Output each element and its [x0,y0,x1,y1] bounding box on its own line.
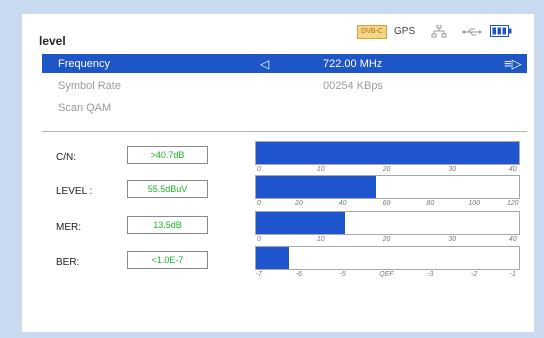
left-arrow-icon[interactable]: ◁ [260,57,269,71]
menu-value: 722.00 MHz [323,58,383,70]
menu-value: 00254 KBps [323,80,383,92]
ber-bar [255,246,520,270]
menu-label: Scan QAM [58,102,112,114]
ber-label: BER: [56,257,80,268]
menu-label: Frequency [58,58,110,70]
menu-row-symbol-rate[interactable]: Symbol Rate 00254 KBps [42,76,527,95]
scale-tick: 120 [506,200,519,207]
scale-tick: 80 [426,200,435,207]
cn-bar [255,141,520,165]
cn-label: C/N: [56,152,76,163]
menu-row-scan-qam[interactable]: Scan QAM [42,98,527,117]
page-title: level [39,34,66,48]
dvb-badge: DVB-C [357,25,387,39]
cn-value-box: >40.7dB [127,146,208,164]
ber-bar-fill [256,247,289,269]
menu-label: Symbol Rate [58,80,121,92]
level-scale: 0 20 40 60 80 100 120 [255,200,519,210]
scale-tick: 20 [382,236,391,243]
scale-tick: QEF [379,271,394,278]
divider [42,131,527,132]
scale-tick: 0 [256,166,261,173]
scale-tick: 30 [448,166,457,173]
scale-tick: -2 [471,271,478,278]
mer-bar-fill [256,212,345,234]
level-bar [255,175,520,199]
scale-tick: 100 [468,200,480,207]
level-bar-fill [256,176,377,198]
mer-bar [255,211,520,235]
ber-value-box: <1.0E-7 [127,251,208,269]
scale-tick: 20 [294,200,303,207]
ber-scale: -7 -6 -5 QEF -3 -2 -1 [255,271,518,281]
level-label: LEVEL : [56,186,93,197]
scale-tick: 0 [256,236,261,243]
scale-tick: 0 [256,200,261,207]
analyzer-screen: level DVB-C GPS Frequency ◁ 722.00 MHz ≡… [22,14,534,332]
scale-tick: -5 [339,271,346,278]
gps-indicator: GPS [394,26,416,37]
right-arrow-icon[interactable]: ≡▷ [504,56,522,72]
scale-tick: 40 [508,236,517,243]
scale-tick: 40 [338,200,347,207]
scale-tick: 10 [316,236,325,243]
menu-row-frequency[interactable]: Frequency ◁ 722.00 MHz ≡▷ [42,54,527,73]
network-icon [431,25,447,38]
cn-bar-fill [256,142,519,164]
scale-tick: -3 [427,271,434,278]
scale-tick: -7 [255,271,263,278]
scale-tick: 40 [508,166,517,173]
scale-tick: -1 [509,271,516,278]
level-value-box: 55.5dBuV [127,180,208,198]
scale-tick: 60 [382,200,391,207]
scale-tick: 20 [382,166,391,173]
usb-icon [462,28,482,36]
mer-scale: 0 10 20 30 40 [255,236,518,246]
scale-tick: -6 [295,271,302,278]
mer-value-box: 13.5dB [127,216,208,234]
scale-tick: 30 [448,236,457,243]
scale-tick: 10 [316,166,325,173]
mer-label: MER: [56,222,81,233]
battery-icon [490,25,512,37]
